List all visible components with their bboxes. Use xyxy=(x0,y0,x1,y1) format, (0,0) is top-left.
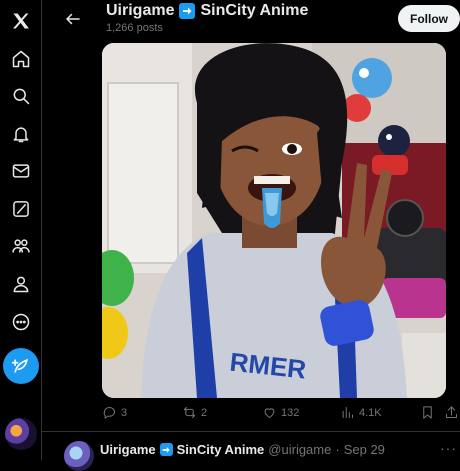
repost-count: 2 xyxy=(201,406,208,419)
more-circle-icon[interactable] xyxy=(9,310,33,334)
profile-icon[interactable] xyxy=(9,272,33,296)
reply-bubble-icon xyxy=(103,407,115,419)
heart-icon xyxy=(264,408,275,418)
author-name-part2: SinCity Anime xyxy=(176,442,265,457)
post-actions: 3 2 132 4.1K xyxy=(102,405,460,425)
back-arrow-icon xyxy=(66,13,80,25)
views-chart-icon xyxy=(342,407,353,418)
photo-illustration: RMER xyxy=(102,43,446,398)
follow-button[interactable]: Follow xyxy=(398,5,460,32)
sidebar-nav xyxy=(0,0,42,460)
next-post[interactable]: Uirigame SinCity Anime @uirigame · Sep 2… xyxy=(42,432,460,471)
title-name-part1: Uirigame xyxy=(106,2,175,19)
compose-post-button[interactable] xyxy=(3,348,39,384)
like-count: 132 xyxy=(281,406,300,419)
grok-icon[interactable] xyxy=(9,197,33,221)
search-icon[interactable] xyxy=(9,84,33,108)
bookmark-button[interactable] xyxy=(420,405,435,420)
share-icon xyxy=(446,406,457,418)
views-count: 4.1K xyxy=(359,406,382,419)
author-handle: @uirigame xyxy=(268,442,332,457)
bookmark-icon xyxy=(423,406,432,419)
communities-icon[interactable] xyxy=(9,234,33,258)
posts-count: 1,266 posts xyxy=(106,22,163,34)
repost-icon xyxy=(184,407,195,418)
author-avatar[interactable] xyxy=(64,441,94,471)
title-name-part2: SinCity Anime xyxy=(200,2,309,19)
right-arrow-emoji-icon xyxy=(159,443,173,456)
main-column: Uirigame SinCity Anime 1,266 posts Follo… xyxy=(42,0,460,471)
x-logo-icon[interactable] xyxy=(9,9,33,33)
post-date[interactable]: Sep 29 xyxy=(344,442,385,457)
compose-post-icon xyxy=(11,358,28,373)
post-media-photo[interactable]: RMER xyxy=(102,43,446,398)
reply-count: 3 xyxy=(121,406,128,419)
home-icon[interactable] xyxy=(9,47,33,71)
repost-button[interactable]: 2 xyxy=(182,405,207,420)
next-post-author[interactable]: Uirigame SinCity Anime @uirigame · Sep 2… xyxy=(100,442,385,457)
dot-separator: · xyxy=(335,442,340,457)
account-avatar[interactable] xyxy=(5,418,37,450)
more-options-button[interactable]: ··· xyxy=(440,440,457,456)
like-button[interactable]: 132 xyxy=(262,405,299,420)
profile-header: Uirigame SinCity Anime 1,266 posts Follo… xyxy=(42,0,460,42)
back-button[interactable] xyxy=(60,6,86,32)
notifications-bell-icon[interactable] xyxy=(9,122,33,146)
reply-button[interactable]: 3 xyxy=(102,405,127,420)
page-title: Uirigame SinCity Anime xyxy=(106,2,308,20)
right-arrow-emoji-icon xyxy=(179,3,196,19)
messages-envelope-icon[interactable] xyxy=(9,159,33,183)
author-name-part1: Uirigame xyxy=(100,442,156,457)
views-button[interactable]: 4.1K xyxy=(340,405,382,420)
share-button[interactable] xyxy=(444,405,459,420)
